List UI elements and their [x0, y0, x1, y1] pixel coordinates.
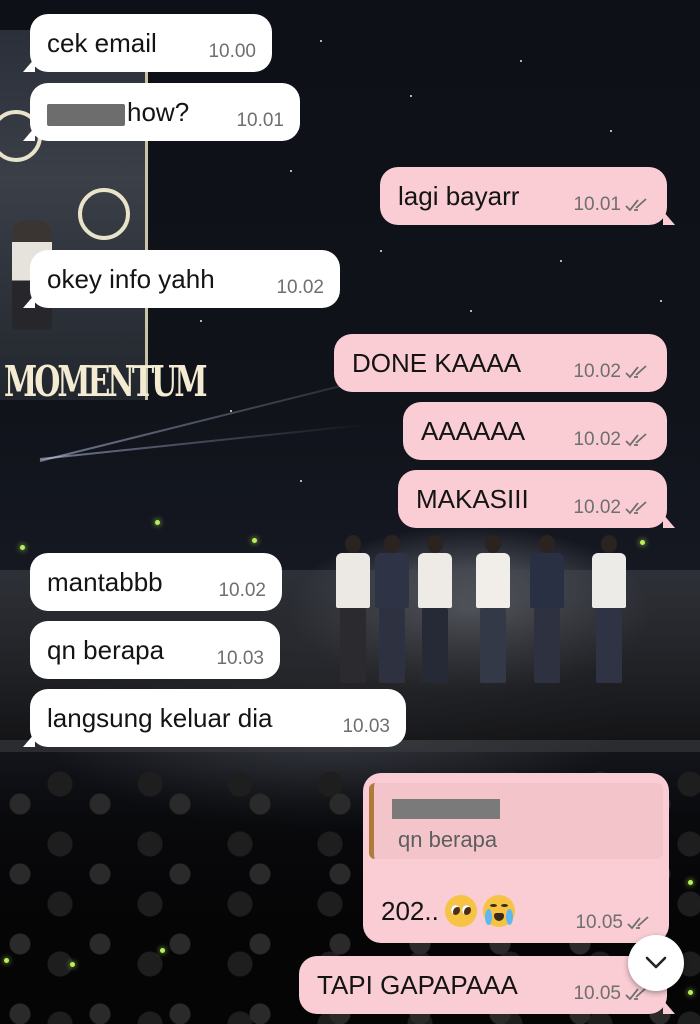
message-text: cek email	[47, 27, 157, 58]
incoming-message[interactable]: how? 10.01	[23, 83, 300, 141]
outgoing-reply-message[interactable]: qn berapa 202.. 10.05	[363, 773, 669, 943]
outgoing-message[interactable]: DONE KAAAA 10.02	[334, 334, 667, 392]
message-meta: 10.05	[575, 912, 653, 934]
message-meta: 10.05	[573, 983, 651, 1005]
message-text: DONE KAAAA	[352, 347, 522, 378]
reply-content: 202..	[381, 895, 515, 927]
incoming-message[interactable]: mantabbb 10.02	[30, 553, 282, 611]
message-text: lagi bayarr	[398, 180, 520, 211]
message-time: 10.05	[575, 912, 623, 933]
message-meta: 10.01	[573, 194, 651, 216]
double-check-icon	[625, 501, 647, 515]
redacted-text	[47, 104, 125, 126]
message-time: 10.02	[276, 277, 324, 298]
message-time: 10.03	[216, 648, 264, 669]
scroll-to-bottom-button[interactable]	[628, 935, 684, 991]
message-text: 202..	[381, 895, 439, 926]
message-meta: 10.02	[573, 497, 651, 519]
double-check-icon	[625, 365, 647, 379]
outgoing-message[interactable]: TAPI GAPAPAAA 10.05	[299, 956, 675, 1014]
message-time: 10.03	[342, 716, 390, 737]
message-meta: 10.02	[573, 429, 651, 451]
incoming-message[interactable]: langsung keluar dia 10.03	[23, 689, 406, 747]
message-time: 10.01	[236, 110, 284, 131]
message-text: how?	[127, 96, 190, 127]
double-check-icon	[627, 916, 649, 930]
outgoing-message[interactable]: AAAAAA 10.02	[403, 402, 667, 460]
message-text: MAKASIII	[416, 483, 529, 514]
outgoing-message[interactable]: lagi bayarr 10.01	[380, 167, 675, 225]
message-text: langsung keluar dia	[47, 702, 273, 733]
message-time: 10.00	[208, 41, 256, 62]
message-time: 10.01	[573, 194, 621, 215]
message-time: 10.02	[573, 497, 621, 518]
incoming-message[interactable]: qn berapa 10.03	[30, 621, 280, 679]
redacted-sender-name	[392, 799, 500, 819]
message-text: qn berapa	[47, 634, 165, 665]
message-time: 10.02	[573, 361, 621, 382]
message-text: mantabbb	[47, 566, 163, 597]
message-time: 10.05	[573, 983, 621, 1004]
quoted-message[interactable]: qn berapa	[369, 783, 663, 859]
chat-thread[interactable]: cek email 10.00 how? 10.01 lagi bayarr 1…	[0, 0, 700, 1024]
message-time: 10.02	[218, 580, 266, 601]
message-text: AAAAAA	[421, 415, 526, 446]
pleading-face-emoji	[444, 895, 477, 927]
message-meta: 10.02	[573, 361, 651, 383]
double-check-icon	[625, 433, 647, 447]
loudly-crying-face-emoji	[482, 895, 515, 927]
message-time: 10.02	[573, 429, 621, 450]
quoted-text: qn berapa	[398, 827, 498, 852]
outgoing-message[interactable]: MAKASIII 10.02	[398, 470, 675, 528]
message-text: okey info yahh	[47, 263, 215, 294]
chevron-down-icon	[645, 956, 667, 969]
double-check-icon	[625, 198, 647, 212]
incoming-message[interactable]: cek email 10.00	[23, 14, 272, 72]
incoming-message[interactable]: okey info yahh 10.02	[23, 250, 340, 308]
message-text: TAPI GAPAPAAA	[317, 969, 518, 1000]
